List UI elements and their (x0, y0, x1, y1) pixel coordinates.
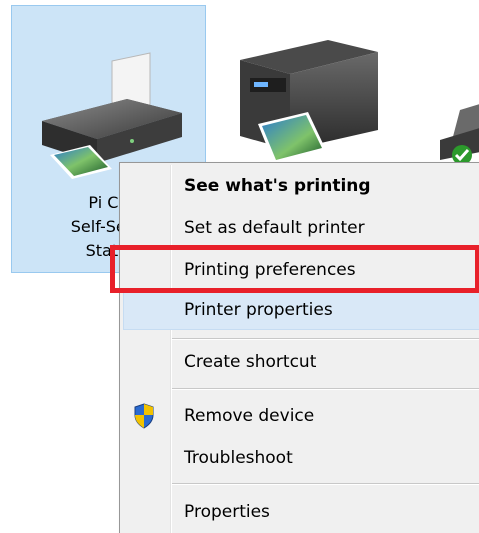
menu-item-see-whats-printing[interactable]: See what's printing (123, 167, 479, 205)
menu-item-label: Remove device (184, 406, 315, 426)
menu-item-troubleshoot[interactable]: Troubleshoot (123, 439, 479, 477)
context-menu: See what's printing Set as default print… (119, 162, 479, 533)
menu-item-properties[interactable]: Properties (123, 493, 479, 531)
menu-item-create-shortcut[interactable]: Create shortcut (123, 343, 479, 381)
menu-separator (172, 388, 479, 390)
menu-item-label: Properties (184, 502, 270, 522)
menu-item-label: Printer properties (184, 300, 333, 320)
menu-item-label: Troubleshoot (184, 448, 293, 468)
menu-item-label: Create shortcut (184, 352, 317, 372)
highlight-annotation-box (110, 245, 479, 293)
menu-separator (172, 483, 479, 485)
menu-item-label: See what's printing (184, 176, 371, 196)
devices-and-printers-window: Pi Ch Self-Servi Static See what's print… (0, 0, 479, 533)
uac-shield-icon (134, 403, 154, 429)
printer-icon[interactable] (440, 100, 479, 170)
menu-item-printer-properties[interactable]: Printer properties (123, 290, 479, 330)
menu-item-remove-device[interactable]: Remove device (123, 397, 479, 435)
menu-item-label: Set as default printer (184, 218, 365, 238)
multifunction-printer-icon[interactable] (228, 38, 388, 168)
menu-separator (172, 338, 479, 340)
menu-item-set-as-default-printer[interactable]: Set as default printer (123, 209, 479, 247)
